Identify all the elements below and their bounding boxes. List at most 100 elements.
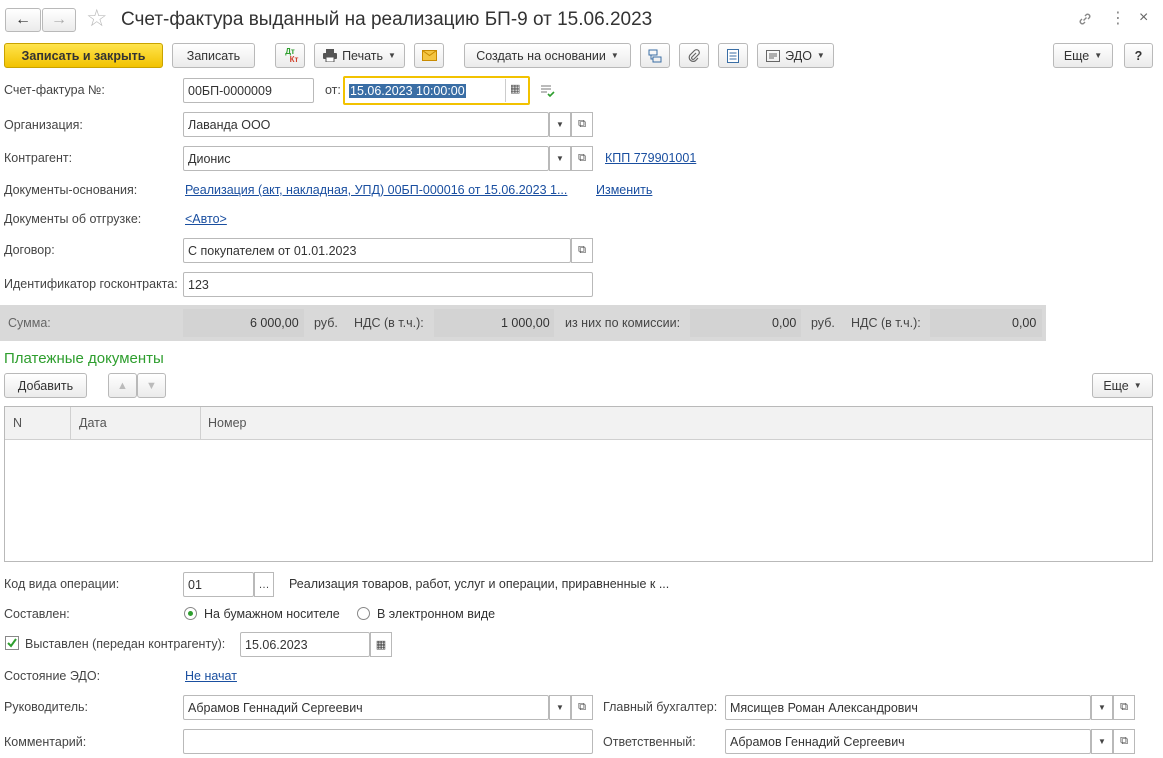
contract-open-button[interactable]: ⧉ [571, 238, 593, 263]
forward-button[interactable]: → [42, 8, 76, 32]
head-open-button[interactable]: ⧉ [571, 695, 593, 720]
close-icon[interactable]: × [1139, 9, 1148, 27]
organization-dropdown-button[interactable]: ▼ [549, 112, 571, 137]
edo-label: ЭДО [785, 48, 812, 63]
issued-date-input[interactable]: 15.06.2023 [240, 632, 370, 657]
column-header-date[interactable]: Дата [79, 416, 107, 430]
structure-button[interactable] [640, 43, 670, 68]
chief-accountant-input[interactable]: Мясищев Роман Александрович [725, 695, 1091, 720]
open-window-icon: ⧉ [578, 118, 586, 130]
contractor-dropdown-button[interactable]: ▼ [549, 146, 571, 171]
gov-contract-id-label: Идентификатор госконтракта: [4, 277, 178, 291]
comment-label: Комментарий: [4, 735, 87, 749]
chevron-down-icon: ▼ [816, 51, 825, 60]
responsible-dropdown-button[interactable]: ▼ [1091, 729, 1113, 754]
chevron-down-icon: ▼ [388, 51, 396, 60]
open-window-icon: ⧉ [578, 152, 586, 164]
currency-label-2: руб. [811, 316, 835, 330]
radio-dot [188, 611, 193, 616]
shipping-documents-label: Документы об отгрузке: [4, 212, 142, 226]
attach-button[interactable] [679, 43, 709, 68]
change-link[interactable]: Изменить [596, 183, 652, 197]
envelope-icon [421, 50, 437, 61]
back-button[interactable]: ← [5, 8, 41, 32]
open-window-icon: ⧉ [578, 244, 586, 256]
issued-date-calendar-button[interactable]: ▦ [370, 632, 392, 657]
payments-table[interactable]: N Дата Номер [4, 406, 1153, 562]
chevron-down-icon: ▼ [1094, 51, 1103, 60]
organization-label: Организация: [4, 118, 83, 132]
favorite-star-icon[interactable]: ☆ [86, 4, 108, 33]
gov-contract-id-input[interactable]: 123 [183, 272, 593, 297]
invoice-date-input[interactable]: 15.06.2023 10:00:00 [343, 76, 530, 105]
organization-input[interactable]: Лаванда ООО [183, 112, 549, 137]
paper-option-label[interactable]: На бумажном носителе [204, 607, 340, 621]
operation-code-input[interactable]: 01 [183, 572, 254, 597]
check-status-icon[interactable] [540, 84, 556, 98]
list-button[interactable] [718, 43, 748, 68]
link-icon[interactable] [1077, 11, 1093, 27]
column-header-n[interactable]: N [13, 416, 22, 430]
save-close-button[interactable]: Записать и закрыть [4, 43, 163, 68]
list-icon [727, 48, 739, 63]
structure-icon [648, 49, 662, 63]
contractor-input[interactable]: Дионис [183, 146, 549, 171]
column-divider [70, 407, 71, 439]
comment-input[interactable] [183, 729, 593, 754]
create-based-button[interactable]: Создать на основании ▼ [464, 43, 631, 68]
print-button[interactable]: Печать ▼ [314, 43, 405, 68]
edo-icon [766, 49, 781, 62]
base-documents-link[interactable]: Реализация (акт, накладная, УПД) 00БП-00… [185, 183, 567, 197]
operation-code-description: Реализация товаров, работ, услуг и опера… [289, 577, 670, 591]
arrow-down-icon: ▼ [146, 379, 157, 392]
base-documents-label: Документы-основания: [4, 183, 138, 197]
more-label: Еще [1063, 48, 1090, 63]
kpp-link[interactable]: КПП 779901001 [605, 151, 696, 165]
shipping-documents-link[interactable]: <Авто> [185, 212, 227, 226]
organization-open-button[interactable]: ⧉ [571, 112, 593, 137]
currency-label-1: руб. [314, 316, 338, 330]
edo-status-link[interactable]: Не начат [185, 669, 237, 683]
column-header-number[interactable]: Номер [208, 416, 246, 430]
responsible-input[interactable]: Абрамов Геннадий Сергеевич [725, 729, 1091, 754]
paper-radio[interactable] [184, 607, 197, 620]
edo-status-label: Состояние ЭДО: [4, 669, 101, 683]
electronic-option-label[interactable]: В электронном виде [377, 607, 495, 621]
responsible-open-button[interactable]: ⧉ [1113, 729, 1135, 754]
head-input[interactable]: Абрамов Геннадий Сергеевич [183, 695, 549, 720]
move-up-button[interactable]: ▲ [108, 373, 137, 398]
calendar-icon[interactable]: ▦ [510, 82, 520, 95]
operation-code-select-button[interactable]: … [254, 572, 274, 597]
date-from-label: от: [325, 83, 341, 97]
move-down-button[interactable]: ▼ [137, 373, 166, 398]
payments-more-label: Еще [1103, 378, 1129, 393]
dt-kt-button[interactable]: Дт Кт [275, 43, 305, 68]
payments-more-button[interactable]: Еще ▼ [1092, 373, 1153, 398]
save-button[interactable]: Записать [172, 43, 255, 68]
calendar-icon: ▦ [375, 639, 387, 651]
commission-label: из них по комиссии: [565, 316, 681, 330]
more-button[interactable]: Еще ▼ [1053, 43, 1113, 68]
chief-accountant-dropdown-button[interactable]: ▼ [1091, 695, 1113, 720]
kebab-menu-icon[interactable]: ⋮ [1110, 8, 1126, 28]
chevron-down-icon: ▼ [556, 154, 564, 163]
add-payment-button[interactable]: Добавить [4, 373, 87, 398]
vat-label-1: НДС (в т.ч.): [354, 316, 424, 330]
edo-button[interactable]: ЭДО ▼ [757, 43, 834, 68]
payments-section-title: Платежные документы [4, 350, 164, 367]
print-label: Печать [342, 48, 384, 63]
electronic-radio[interactable] [357, 607, 370, 620]
issued-checkbox[interactable] [5, 636, 19, 650]
head-dropdown-button[interactable]: ▼ [549, 695, 571, 720]
help-button[interactable]: ? [1124, 43, 1153, 68]
kt-label: Кт [289, 54, 299, 64]
issued-label[interactable]: Выставлен (передан контрагенту): [25, 637, 225, 651]
contract-input[interactable]: С покупателем от 01.01.2023 [183, 238, 571, 263]
invoice-number-input[interactable]: 00БП-0000009 [183, 78, 314, 103]
chief-accountant-open-button[interactable]: ⧉ [1113, 695, 1135, 720]
email-button[interactable] [414, 43, 444, 68]
open-window-icon: ⧉ [1120, 701, 1128, 713]
contractor-open-button[interactable]: ⧉ [571, 146, 593, 171]
create-based-label: Создать на основании [476, 48, 606, 63]
date-divider [505, 79, 506, 102]
